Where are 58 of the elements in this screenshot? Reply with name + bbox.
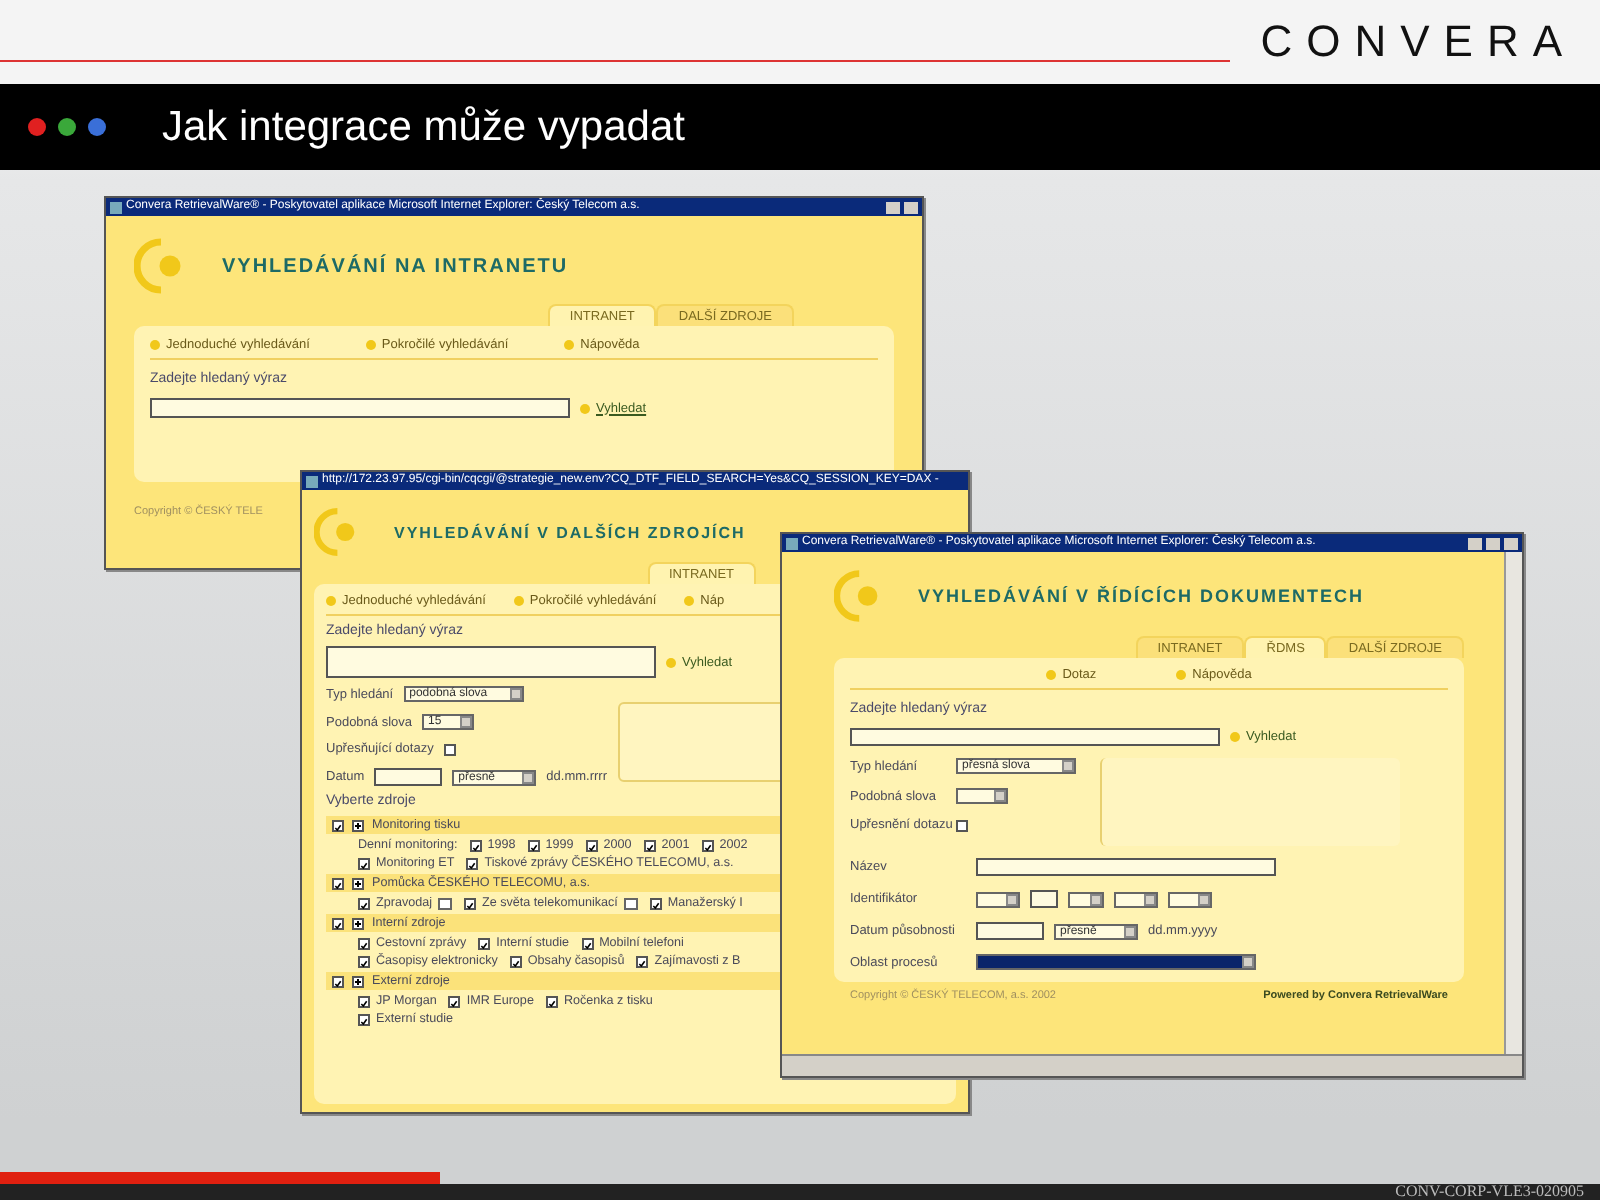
text-field[interactable] [1030,890,1058,908]
checkbox[interactable] [358,897,370,909]
dropdown[interactable] [1168,891,1212,907]
checkbox[interactable] [464,897,477,909]
checkbox[interactable] [448,995,461,1007]
slide-code: CONV-CORP-VLE3-020905 [1395,1184,1584,1200]
browser-icon [306,475,318,487]
maximize-button[interactable] [904,201,918,213]
dropdown[interactable] [976,891,1020,907]
checkbox[interactable] [358,995,370,1007]
checkbox[interactable] [643,839,656,851]
search-textarea[interactable] [326,646,656,678]
date-field[interactable] [976,922,1044,940]
browser-icon [786,537,798,549]
scrollbar[interactable] [1504,552,1522,1054]
expand-icon[interactable] [352,917,364,929]
checkbox[interactable] [469,839,482,851]
checkbox[interactable] [527,839,540,851]
checkbox[interactable] [358,955,370,967]
page-heading: VYHLEDÁVÁNÍ NA INTRANETU [222,255,569,277]
checkbox[interactable] [332,975,344,987]
checkbox[interactable] [509,955,522,967]
close-button[interactable] [1504,537,1518,549]
search-field[interactable] [850,728,1220,746]
checkbox[interactable] [701,839,714,851]
checkbox[interactable] [358,1013,370,1025]
checkbox[interactable] [358,937,370,949]
logo: CONVERA [1260,16,1576,68]
text-field[interactable] [976,858,1276,876]
maximize-button[interactable] [1486,537,1500,549]
dropdown[interactable] [956,788,1008,804]
page-heading: VYHLEDÁVÁNÍ V ŘÍDÍCÍCH DOKUMENTECH [918,586,1365,606]
checkbox[interactable] [466,857,479,869]
slide-title: Jak integrace může vypadat [162,103,685,151]
checkbox[interactable] [649,897,662,909]
minimize-button[interactable] [1468,537,1482,549]
dropdown[interactable] [976,954,1256,970]
dropdown[interactable] [1068,891,1104,907]
search-field[interactable] [150,398,570,418]
expand-icon[interactable] [352,819,364,831]
checkbox[interactable] [581,937,594,949]
dropdown[interactable] [1114,891,1158,907]
page-heading: VYHLEDÁVÁNÍ V DALŠÍCH ZDROJÍCH [394,523,746,541]
minimize-button[interactable] [886,201,900,213]
checkbox[interactable] [332,877,344,889]
checkbox[interactable] [332,917,344,929]
checkbox[interactable] [358,857,370,869]
checkbox[interactable] [956,819,968,831]
expand-icon[interactable] [352,877,364,889]
expand-icon[interactable] [352,975,364,987]
checkbox[interactable] [636,955,649,967]
checkbox[interactable] [478,937,491,949]
browser-icon [110,201,122,213]
date-field[interactable] [374,768,443,786]
checkbox[interactable] [332,819,344,831]
checkbox[interactable] [585,839,598,851]
checkbox[interactable] [443,743,456,755]
checkbox[interactable] [545,995,558,1007]
